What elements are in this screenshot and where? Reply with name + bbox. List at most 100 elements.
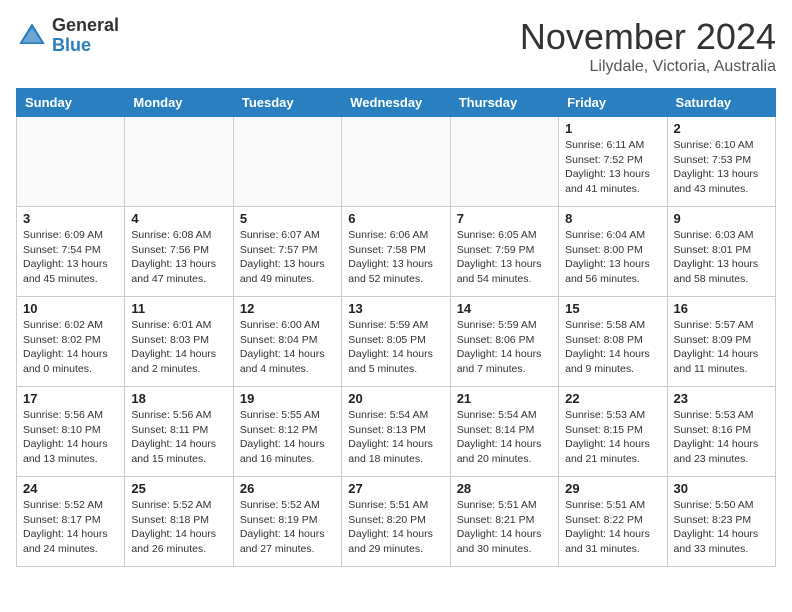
calendar-cell [450, 117, 558, 207]
day-number: 7 [457, 211, 552, 226]
weekday-header-monday: Monday [125, 89, 233, 117]
calendar-cell [342, 117, 450, 207]
calendar-cell: 12Sunrise: 6:00 AM Sunset: 8:04 PM Dayli… [233, 297, 341, 387]
day-number: 28 [457, 481, 552, 496]
calendar-cell: 26 Sunrise: 5:52 AM Sunset: 8:19 PM Dayli… [233, 477, 341, 567]
calendar-week-4: 17 Sunrise: 5:56 AM Sunset: 8:10 PM Dayli… [17, 387, 776, 477]
logo-icon [16, 20, 48, 52]
calendar-cell [17, 117, 125, 207]
day-info: Sunrise: 5:54 AM Sunset: 8:14 PM Dayligh… [457, 408, 552, 467]
day-number: 15 [565, 301, 660, 316]
day-info: Sunrise: 6:10 AM Sunset: 7:53 PM Dayligh… [674, 138, 769, 197]
calendar-cell: 18Sunrise: 5:56 AM Sunset: 8:11 PM Dayli… [125, 387, 233, 477]
calendar-cell: 2 Sunrise: 6:10 AM Sunset: 7:53 PM Daylig… [667, 117, 775, 207]
day-number: 22 [565, 391, 660, 406]
calendar-week-2: 3 Sunrise: 6:09 AM Sunset: 7:54 PM Daylig… [17, 207, 776, 297]
calendar-cell: 30 Sunrise: 5:50 AM Sunset: 8:23 PM Dayli… [667, 477, 775, 567]
calendar-cell: 6 Sunrise: 6:06 AM Sunset: 7:58 PM Daylig… [342, 207, 450, 297]
calendar-cell: 14 Sunrise: 5:59 AM Sunset: 8:06 PM Dayli… [450, 297, 558, 387]
day-number: 20 [348, 391, 443, 406]
day-number: 16 [674, 301, 769, 316]
calendar-cell [125, 117, 233, 207]
day-number: 30 [674, 481, 769, 496]
calendar-cell: 22 Sunrise: 5:53 AM Sunset: 8:15 PM Dayli… [559, 387, 667, 477]
day-info: Sunrise: 5:59 AM Sunset: 8:05 PM Dayligh… [348, 318, 443, 377]
calendar-week-5: 24 Sunrise: 5:52 AM Sunset: 8:17 PM Dayli… [17, 477, 776, 567]
calendar-cell: 20 Sunrise: 5:54 AM Sunset: 8:13 PM Dayli… [342, 387, 450, 477]
calendar-cell: 8 Sunrise: 6:04 AM Sunset: 8:00 PM Daylig… [559, 207, 667, 297]
calendar-cell: 13 Sunrise: 5:59 AM Sunset: 8:05 PM Dayli… [342, 297, 450, 387]
day-number: 1 [565, 121, 660, 136]
day-info: Sunrise: 5:51 AM Sunset: 8:21 PM Dayligh… [457, 498, 552, 557]
title-block: November 2024 Lilydale, Victoria, Austra… [520, 16, 776, 76]
day-number: 13 [348, 301, 443, 316]
day-info: Sunrise: 6:04 AM Sunset: 8:00 PM Dayligh… [565, 228, 660, 287]
day-info: Sunrise: 6:01 AM Sunset: 8:03 PM Dayligh… [131, 318, 226, 377]
day-info: Sunrise: 5:52 AM Sunset: 8:17 PM Dayligh… [23, 498, 118, 557]
weekday-header-sunday: Sunday [17, 89, 125, 117]
day-number: 12 [240, 301, 335, 316]
calendar-cell: 27 Sunrise: 5:51 AM Sunset: 8:20 PM Dayli… [342, 477, 450, 567]
day-number: 24 [23, 481, 118, 496]
logo: General Blue [16, 16, 119, 56]
location-title: Lilydale, Victoria, Australia [520, 58, 776, 76]
day-info: Sunrise: 6:08 AM Sunset: 7:56 PM Dayligh… [131, 228, 226, 287]
day-number: 2 [674, 121, 769, 136]
calendar-cell: 4 Sunrise: 6:08 AM Sunset: 7:56 PM Daylig… [125, 207, 233, 297]
day-info: Sunrise: 6:03 AM Sunset: 8:01 PM Dayligh… [674, 228, 769, 287]
day-number: 17 [23, 391, 118, 406]
calendar-week-3: 10 Sunrise: 6:02 AM Sunset: 8:02 PM Dayli… [17, 297, 776, 387]
day-info: Sunrise: 6:05 AM Sunset: 7:59 PM Dayligh… [457, 228, 552, 287]
calendar-cell: 23 Sunrise: 5:53 AM Sunset: 8:16 PM Dayli… [667, 387, 775, 477]
calendar-cell: 16Sunrise: 5:57 AM Sunset: 8:09 PM Dayli… [667, 297, 775, 387]
day-info: Sunrise: 5:53 AM Sunset: 8:16 PM Dayligh… [674, 408, 769, 467]
calendar-cell: 29 Sunrise: 5:51 AM Sunset: 8:22 PM Dayli… [559, 477, 667, 567]
calendar-cell: 24 Sunrise: 5:52 AM Sunset: 8:17 PM Dayli… [17, 477, 125, 567]
calendar-cell: 15Sunrise: 5:58 AM Sunset: 8:08 PM Dayli… [559, 297, 667, 387]
day-number: 4 [131, 211, 226, 226]
day-info: Sunrise: 6:09 AM Sunset: 7:54 PM Dayligh… [23, 228, 118, 287]
calendar-cell: 3 Sunrise: 6:09 AM Sunset: 7:54 PM Daylig… [17, 207, 125, 297]
day-number: 29 [565, 481, 660, 496]
day-number: 6 [348, 211, 443, 226]
day-info: Sunrise: 5:50 AM Sunset: 8:23 PM Dayligh… [674, 498, 769, 557]
day-info: Sunrise: 5:59 AM Sunset: 8:06 PM Dayligh… [457, 318, 552, 377]
day-info: Sunrise: 5:56 AM Sunset: 8:10 PM Dayligh… [23, 408, 118, 467]
day-info: Sunrise: 6:02 AM Sunset: 8:02 PM Dayligh… [23, 318, 118, 377]
day-number: 5 [240, 211, 335, 226]
calendar-cell: 7 Sunrise: 6:05 AM Sunset: 7:59 PM Daylig… [450, 207, 558, 297]
calendar-cell: 28 Sunrise: 5:51 AM Sunset: 8:21 PM Dayli… [450, 477, 558, 567]
day-number: 8 [565, 211, 660, 226]
calendar-cell: 21Sunrise: 5:54 AM Sunset: 8:14 PM Dayli… [450, 387, 558, 477]
day-info: Sunrise: 5:54 AM Sunset: 8:13 PM Dayligh… [348, 408, 443, 467]
weekday-header-friday: Friday [559, 89, 667, 117]
day-number: 9 [674, 211, 769, 226]
day-number: 14 [457, 301, 552, 316]
calendar-week-1: 1 Sunrise: 6:11 AM Sunset: 7:52 PM Daylig… [17, 117, 776, 207]
day-info: Sunrise: 5:55 AM Sunset: 8:12 PM Dayligh… [240, 408, 335, 467]
day-number: 23 [674, 391, 769, 406]
calendar-cell: 10 Sunrise: 6:02 AM Sunset: 8:02 PM Dayli… [17, 297, 125, 387]
day-info: Sunrise: 6:07 AM Sunset: 7:57 PM Dayligh… [240, 228, 335, 287]
day-info: Sunrise: 5:53 AM Sunset: 8:15 PM Dayligh… [565, 408, 660, 467]
day-number: 19 [240, 391, 335, 406]
day-info: Sunrise: 5:51 AM Sunset: 8:20 PM Dayligh… [348, 498, 443, 557]
day-number: 27 [348, 481, 443, 496]
logo-text: General Blue [52, 16, 119, 56]
day-number: 3 [23, 211, 118, 226]
weekday-header-thursday: Thursday [450, 89, 558, 117]
weekday-header-row: SundayMondayTuesdayWednesdayThursdayFrid… [17, 89, 776, 117]
day-number: 26 [240, 481, 335, 496]
day-info: Sunrise: 6:11 AM Sunset: 7:52 PM Dayligh… [565, 138, 660, 197]
day-number: 10 [23, 301, 118, 316]
day-info: Sunrise: 6:06 AM Sunset: 7:58 PM Dayligh… [348, 228, 443, 287]
day-info: Sunrise: 5:51 AM Sunset: 8:22 PM Dayligh… [565, 498, 660, 557]
day-info: Sunrise: 5:52 AM Sunset: 8:18 PM Dayligh… [131, 498, 226, 557]
calendar-cell: 25Sunrise: 5:52 AM Sunset: 8:18 PM Dayli… [125, 477, 233, 567]
day-info: Sunrise: 5:52 AM Sunset: 8:19 PM Dayligh… [240, 498, 335, 557]
calendar-cell: 9 Sunrise: 6:03 AM Sunset: 8:01 PM Daylig… [667, 207, 775, 297]
weekday-header-wednesday: Wednesday [342, 89, 450, 117]
calendar-cell: 1 Sunrise: 6:11 AM Sunset: 7:52 PM Daylig… [559, 117, 667, 207]
day-info: Sunrise: 5:56 AM Sunset: 8:11 PM Dayligh… [131, 408, 226, 467]
logo-general: General [52, 16, 119, 36]
